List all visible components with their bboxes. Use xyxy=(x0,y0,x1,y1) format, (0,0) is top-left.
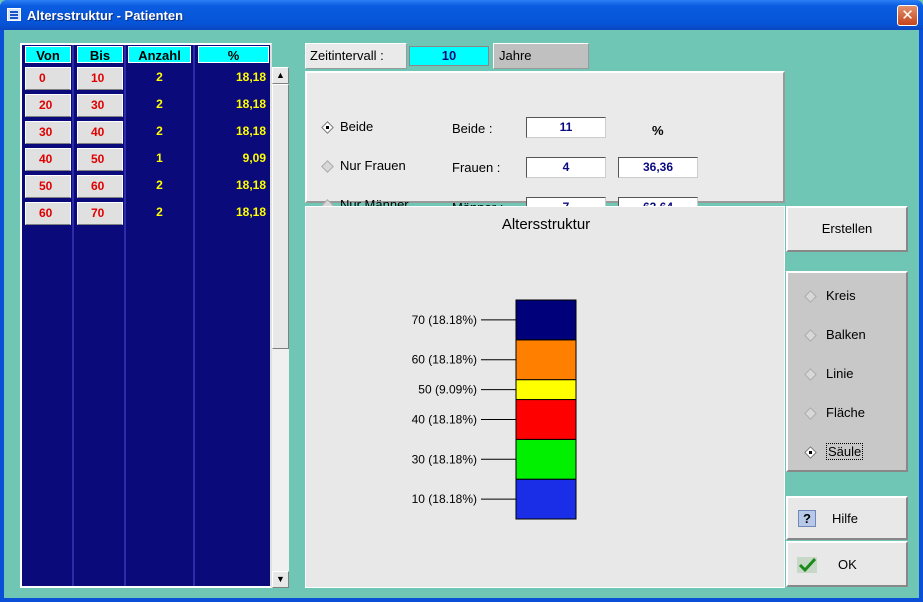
scroll-thumb[interactable] xyxy=(272,84,289,349)
cell-anzahl: 2 xyxy=(156,124,163,138)
cell-von[interactable]: 20 xyxy=(25,94,71,117)
cell-percent: 9,09 xyxy=(242,151,266,165)
chart-type-label: Linie xyxy=(826,366,854,381)
chart-type-label: Säule xyxy=(826,443,864,460)
interval-input[interactable]: 10 xyxy=(409,46,489,66)
column-divider xyxy=(72,45,74,586)
radio-icon[interactable] xyxy=(804,407,817,420)
cell-bis[interactable]: 50 xyxy=(77,148,123,171)
radio-icon[interactable] xyxy=(804,329,817,342)
percent-frauen: 36,36 xyxy=(618,157,698,178)
window-title: Altersstruktur - Patienten xyxy=(27,8,184,23)
window-icon xyxy=(7,8,21,21)
header-von: Von xyxy=(25,46,71,63)
cell-bis[interactable]: 30 xyxy=(77,94,123,117)
help-icon: ? xyxy=(798,510,816,527)
cell-percent: 18,18 xyxy=(235,205,266,219)
create-button[interactable]: Erstellen xyxy=(786,206,908,252)
scroll-up-icon[interactable]: ▲ xyxy=(272,67,289,84)
cell-anzahl: 2 xyxy=(156,70,163,84)
chart-segment-label: 10 (18.18%) xyxy=(412,492,477,506)
title-bar[interactable]: Altersstruktur - Patienten ✕ xyxy=(0,0,923,30)
chart-segment xyxy=(515,399,577,440)
help-label: Hilfe xyxy=(832,511,859,526)
chart-panel: Altersstruktur 10 (18.18%) 30 (18.18%) 40 … xyxy=(305,206,785,588)
stat-label-beide: Beide : xyxy=(452,121,493,136)
column-divider xyxy=(193,45,195,586)
radio-icon[interactable] xyxy=(804,446,817,459)
chart-type-label: Balken xyxy=(826,327,866,342)
option-label-nur-frauen[interactable]: Nur Frauen xyxy=(340,158,406,173)
cell-bis[interactable]: 40 xyxy=(77,121,123,144)
age-table: Von Bis Anzahl % 0 10 2 18,18 20 30 2 18… xyxy=(20,43,272,588)
close-button[interactable]: ✕ xyxy=(897,5,918,26)
option-label-beide[interactable]: Beide xyxy=(340,119,373,134)
table-scrollbar[interactable]: ▲ ▼ xyxy=(272,67,289,588)
radio-icon[interactable] xyxy=(804,290,817,303)
cell-von[interactable]: 50 xyxy=(25,175,71,198)
chart-segment xyxy=(515,339,577,381)
stat-label-frauen: Frauen : xyxy=(452,160,501,175)
ok-label: OK xyxy=(838,557,857,572)
cell-bis[interactable]: 60 xyxy=(77,175,123,198)
radio-nur-frauen[interactable] xyxy=(321,160,334,173)
chart-segment-label: 60 (18.18%) xyxy=(412,353,477,367)
cell-von[interactable]: 30 xyxy=(25,121,71,144)
chart-segment-label: 70 (18.18%) xyxy=(412,313,477,327)
header-percent: % xyxy=(198,46,269,63)
stacked-column-chart: 10 (18.18%) 30 (18.18%) 40 (18.18%) 50 (9.0… xyxy=(412,299,577,520)
filter-panel: Beide Nur Frauen Nur Männer Beide : 11 %… xyxy=(305,71,785,218)
cell-bis[interactable]: 10 xyxy=(77,67,123,90)
cell-percent: 18,18 xyxy=(235,124,266,138)
chart-type-panel: Kreis Balken Linie Fläche Säule xyxy=(786,271,908,472)
chart-segment-label: 40 (18.18%) xyxy=(412,412,477,426)
header-bis: Bis xyxy=(77,46,123,63)
interval-unit: Jahre xyxy=(493,43,589,69)
radio-beide[interactable] xyxy=(321,121,334,134)
ok-button[interactable]: OK xyxy=(786,541,908,587)
cell-percent: 18,18 xyxy=(235,70,266,84)
chart-segment xyxy=(515,478,577,520)
cell-von[interactable]: 0 xyxy=(25,67,71,90)
client-area: Von Bis Anzahl % 0 10 2 18,18 20 30 2 18… xyxy=(4,30,919,598)
help-button[interactable]: ? Hilfe xyxy=(786,496,908,540)
chart-segment-label: 30 (18.18%) xyxy=(412,452,477,466)
cell-percent: 18,18 xyxy=(235,97,266,111)
cell-bis[interactable]: 70 xyxy=(77,202,123,225)
column-divider xyxy=(124,45,126,586)
cell-von[interactable]: 60 xyxy=(25,202,71,225)
chart-segment xyxy=(515,379,577,401)
cell-anzahl: 2 xyxy=(156,178,163,192)
header-anzahl: Anzahl xyxy=(128,46,191,63)
percent-header: % xyxy=(652,123,664,138)
cell-anzahl: 2 xyxy=(156,205,163,219)
count-beide: 11 xyxy=(526,117,606,138)
chart-segment-label: 50 (9.09%) xyxy=(418,383,477,397)
app-window: Altersstruktur - Patienten ✕ Von Bis Anz… xyxy=(0,0,923,602)
chart-segment xyxy=(515,438,577,480)
chart-type-label: Kreis xyxy=(826,288,856,303)
cell-von[interactable]: 40 xyxy=(25,148,71,171)
cell-percent: 18,18 xyxy=(235,178,266,192)
scroll-down-icon[interactable]: ▼ xyxy=(272,571,289,588)
radio-icon[interactable] xyxy=(804,368,817,381)
chart-segment xyxy=(515,299,577,341)
checkmark-icon xyxy=(797,557,817,573)
count-frauen: 4 xyxy=(526,157,606,178)
cell-anzahl: 2 xyxy=(156,97,163,111)
cell-anzahl: 1 xyxy=(156,151,163,165)
chart-type-label: Fläche xyxy=(826,405,866,420)
interval-label: Zeitintervall : xyxy=(305,43,407,69)
